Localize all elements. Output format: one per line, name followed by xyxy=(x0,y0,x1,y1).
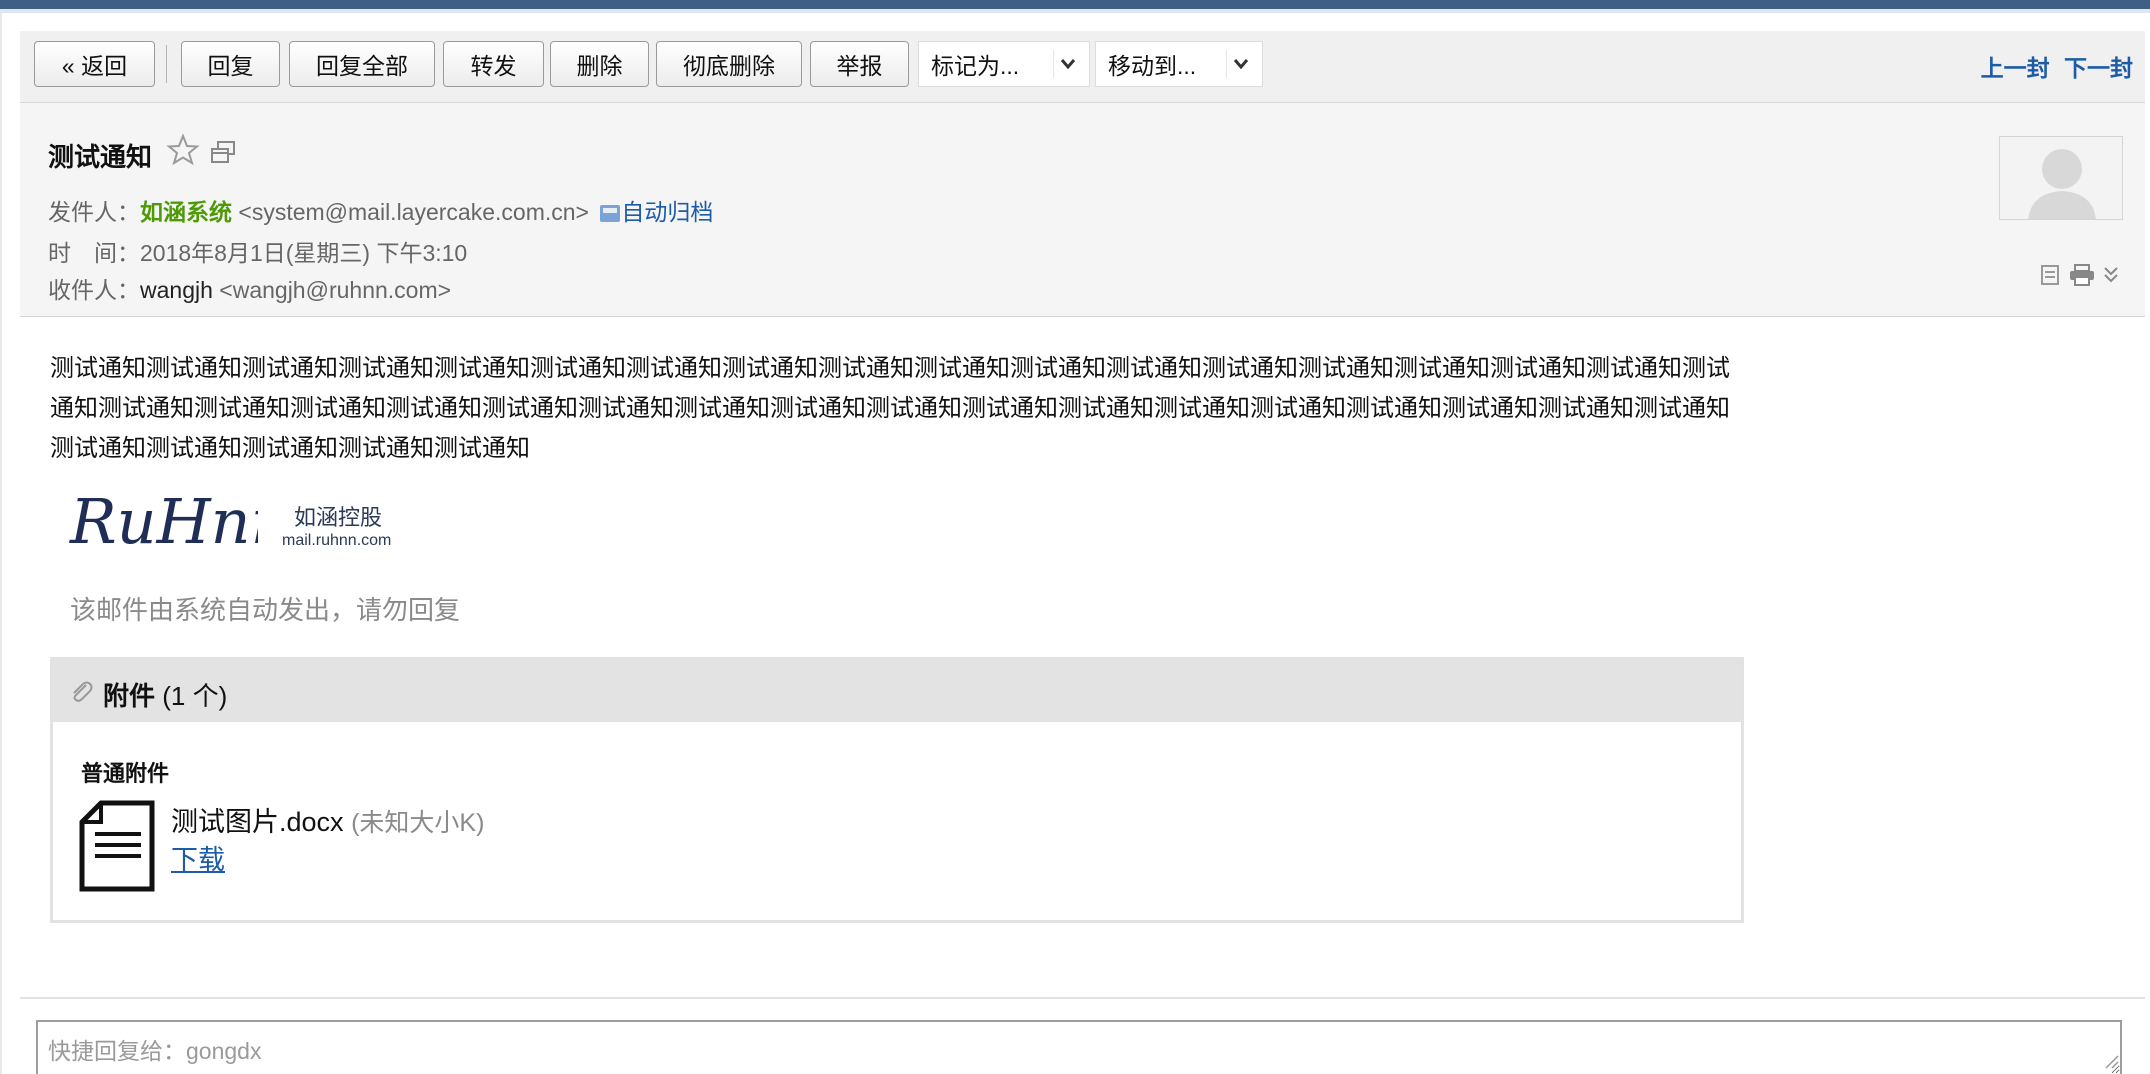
resize-grip-icon[interactable] xyxy=(2102,1052,2120,1070)
next-mail-link[interactable]: 下一封 xyxy=(2064,55,2133,81)
print-icon[interactable] xyxy=(2069,264,2095,286)
top-bar-shadow xyxy=(0,9,2150,13)
reply-button[interactable]: 回复 xyxy=(181,41,280,87)
signature-company: 如涵控股 xyxy=(294,505,383,530)
top-bar xyxy=(0,0,2150,9)
attachments-header: 附件 (1 个) xyxy=(53,660,1741,722)
time-label: 时 间： xyxy=(48,240,140,266)
mail-pager: 上一封 下一封 xyxy=(1973,49,2133,83)
sender-name[interactable]: 如涵系统 xyxy=(140,199,232,225)
signature-url: mail.ruhnn.com xyxy=(282,532,392,549)
mark-as-dropdown[interactable]: 标记为... xyxy=(918,41,1090,87)
paperclip-icon xyxy=(73,681,93,702)
expand-icon[interactable] xyxy=(2103,264,2119,286)
attachments-label: 附件 xyxy=(103,681,156,711)
forward-button[interactable]: 转发 xyxy=(443,41,544,87)
attachments-count: (1 个) xyxy=(162,681,228,711)
time-value: 2018年8月1日(星期三) 下午3:10 xyxy=(140,240,468,266)
download-link[interactable]: 下载 xyxy=(171,838,225,877)
recipient-label: 收件人： xyxy=(48,277,140,303)
header-actions xyxy=(2039,264,2119,286)
move-to-dropdown[interactable]: 移动到... xyxy=(1095,41,1263,87)
time-row: 时 间：2018年8月1日(星期三) 下午3:10 xyxy=(48,234,467,268)
sender-label: 发件人： xyxy=(48,199,140,225)
sender-email: <system@mail.layercake.com.cn> xyxy=(238,199,589,225)
new-window-icon[interactable] xyxy=(210,140,236,164)
chevron-down-icon xyxy=(1053,50,1081,78)
mail-subject: 测试通知 xyxy=(48,142,153,172)
mark-as-label: 标记为... xyxy=(931,53,1020,79)
attachments-panel: 附件 (1 个) 普通附件 测试图片.docx (未知大小K) 下载 xyxy=(50,657,1744,923)
permanent-delete-button[interactable]: 彻底删除 xyxy=(656,41,802,87)
attachment-filename[interactable]: 测试图片.docx xyxy=(171,807,344,837)
recipient-row: 收件人：wangjh <wangjh@ruhnn.com> xyxy=(48,271,451,305)
ruhnn-logo: RuHnn xyxy=(69,485,258,558)
attachment-size: (未知大小K) xyxy=(351,809,485,837)
report-button[interactable]: 举报 xyxy=(810,41,909,87)
recipient-email: <wangjh@ruhnn.com> xyxy=(219,277,452,303)
quick-reply-input[interactable] xyxy=(36,1020,2122,1074)
reply-divider xyxy=(20,997,2145,999)
document-icon[interactable] xyxy=(79,800,155,892)
attachments-title: 附件 (1 个) xyxy=(103,676,227,713)
auto-archive-link[interactable]: 自动归档 xyxy=(621,199,713,225)
ruhnn-logo-text: RuHnn xyxy=(69,485,258,558)
mail-header: 测试通知 发件人：如涵系统 <system@mail.layercake.com… xyxy=(20,103,2145,317)
auto-send-notice: 该邮件由系统自动发出，请勿回复 xyxy=(70,595,461,625)
reply-all-button[interactable]: 回复全部 xyxy=(289,41,435,87)
move-to-label: 移动到... xyxy=(1108,53,1197,79)
archive-icon xyxy=(600,205,621,222)
user-silhouette-icon xyxy=(2000,137,2122,219)
sender-row: 发件人：如涵系统 <system@mail.layercake.com.cn> … xyxy=(48,193,713,227)
toolbar-separator xyxy=(166,45,167,83)
left-border xyxy=(0,13,2,1074)
mail-toolbar: « 返回 回复 回复全部 转发 删除 彻底删除 举报 标记为... 移动到...… xyxy=(20,31,2145,103)
attachment-category: 普通附件 xyxy=(81,761,170,786)
back-button[interactable]: « 返回 xyxy=(34,41,155,87)
attachment-item: 测试图片.docx (未知大小K) xyxy=(171,800,484,839)
recipient-name[interactable]: wangjh xyxy=(140,277,213,303)
chevron-down-icon xyxy=(1226,50,1254,78)
mail-body-text: 测试通知测试通知测试通知测试通知测试通知测试通知测试通知测试通知测试通知测试通知… xyxy=(50,354,1730,462)
previous-mail-link[interactable]: 上一封 xyxy=(1981,55,2050,81)
delete-button[interactable]: 删除 xyxy=(550,41,649,87)
star-icon[interactable] xyxy=(166,133,200,167)
note-icon[interactable] xyxy=(2039,264,2061,286)
avatar xyxy=(1999,136,2123,220)
